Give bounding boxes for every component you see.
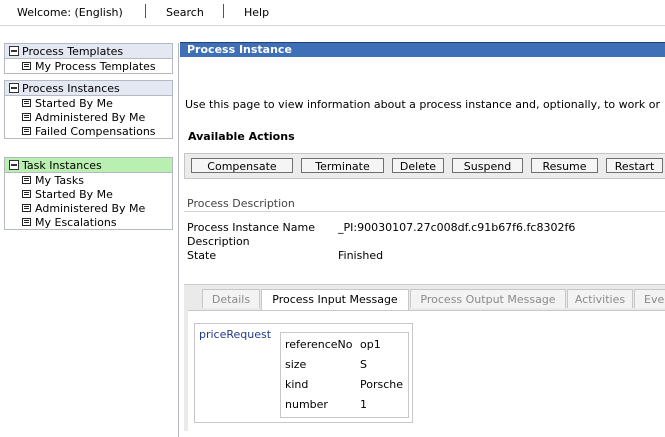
nav-item-label[interactable]: My Escalations	[35, 216, 117, 229]
message-field-value: 1	[360, 398, 367, 411]
nav-item-label[interactable]: Failed Compensations	[35, 125, 156, 138]
tab-details[interactable]: Details	[202, 289, 260, 308]
tab-events[interactable]: Eve	[634, 289, 665, 308]
nav-group-header-task-instances[interactable]: Task Instances	[5, 158, 172, 173]
welcome-language-link[interactable]: Welcome: (English)	[17, 6, 123, 19]
input-message-box: priceRequest referenceNo op1 size S kind…	[194, 323, 413, 423]
document-icon	[22, 176, 31, 184]
page-title-bar: Process Instance	[180, 42, 665, 57]
nav-group-process-instances: Process Instances Started By Me Administ…	[4, 80, 173, 139]
message-field-key: number	[285, 398, 328, 411]
document-icon	[22, 113, 31, 121]
nav-divider	[145, 4, 146, 18]
action-toolbar: Compensate Terminate Delete Suspend Resu…	[184, 153, 665, 179]
available-actions-heading: Available Actions	[188, 130, 295, 143]
nav-item-label[interactable]: Administered By Me	[35, 202, 145, 215]
instance-name-label: Process Instance Name	[187, 221, 315, 234]
process-description-heading: Process Description	[187, 197, 295, 210]
nav-item-label[interactable]: My Process Templates	[35, 60, 156, 73]
nav-item-failed-compensations[interactable]: Failed Compensations	[5, 124, 172, 138]
terminate-button[interactable]: Terminate	[301, 158, 384, 173]
message-field-value: Porsche	[360, 378, 404, 391]
nav-group-title: Process Templates	[22, 45, 124, 58]
nav-divider	[223, 4, 224, 18]
nav-item-administered-by-me[interactable]: Administered By Me	[5, 110, 172, 124]
nav-item-task-started-by-me[interactable]: Started By Me	[5, 187, 172, 201]
resume-button[interactable]: Resume	[531, 158, 598, 173]
document-icon	[22, 127, 31, 135]
compensate-button[interactable]: Compensate	[191, 158, 293, 173]
suspend-button[interactable]: Suspend	[452, 158, 523, 173]
search-link[interactable]: Search	[166, 6, 204, 19]
collapse-icon[interactable]	[9, 46, 19, 56]
nav-item-label[interactable]: Started By Me	[35, 188, 113, 201]
nav-group-header-process-templates[interactable]: Process Templates	[5, 44, 172, 59]
details-tab-panel: Details Process Input Message Process Ou…	[184, 284, 665, 432]
document-icon	[22, 218, 31, 226]
state-value: Finished	[338, 249, 384, 262]
nav-item-label[interactable]: Started By Me	[35, 97, 113, 110]
document-icon	[22, 204, 31, 212]
instance-name-value: _PI:90030107.27c008df.c91b67f6.fc8302f6	[338, 221, 576, 234]
delete-button[interactable]: Delete	[392, 158, 444, 173]
tab-activities[interactable]: Activities	[567, 289, 633, 308]
collapse-icon[interactable]	[9, 160, 19, 170]
state-label: State	[187, 249, 217, 262]
nav-item-my-escalations[interactable]: My Escalations	[5, 215, 172, 229]
nav-item-started-by-me[interactable]: Started By Me	[5, 96, 172, 110]
page-intro-text: Use this page to view information about …	[185, 98, 661, 111]
message-field-key: kind	[285, 378, 309, 391]
message-fields-table: referenceNo op1 size S kind Porsche numb…	[280, 332, 409, 418]
top-nav-bar: Welcome: (English) Search Help	[0, 0, 665, 26]
page-title: Process Instance	[187, 43, 292, 56]
tab-content: priceRequest referenceNo op1 size S kind…	[188, 310, 665, 432]
message-field-key: referenceNo	[285, 338, 353, 351]
content-divider	[178, 43, 179, 437]
help-link[interactable]: Help	[244, 6, 269, 19]
tab-process-output-message[interactable]: Process Output Message	[410, 289, 566, 308]
description-label: Description	[187, 235, 250, 248]
message-name: priceRequest	[199, 328, 272, 341]
nav-item-label[interactable]: Administered By Me	[35, 111, 145, 124]
nav-item-my-tasks[interactable]: My Tasks	[5, 173, 172, 187]
message-field-key: size	[285, 358, 307, 371]
message-field-value: S	[360, 358, 367, 371]
document-icon	[22, 190, 31, 198]
nav-group-title: Task Instances	[22, 159, 102, 172]
document-icon	[22, 62, 31, 70]
collapse-icon[interactable]	[9, 83, 19, 93]
nav-group-task-instances: Task Instances My Tasks Started By Me Ad…	[4, 157, 173, 230]
nav-item-task-administered-by-me[interactable]: Administered By Me	[5, 201, 172, 215]
document-icon	[22, 99, 31, 107]
restart-button[interactable]: Restart	[606, 158, 663, 173]
nav-group-title: Process Instances	[22, 82, 120, 95]
nav-item-label[interactable]: My Tasks	[35, 174, 84, 187]
section-divider	[184, 211, 665, 212]
message-field-value: op1	[360, 338, 381, 351]
nav-group-header-process-instances[interactable]: Process Instances	[5, 81, 172, 96]
nav-group-process-templates: Process Templates My Process Templates	[4, 43, 173, 74]
tab-process-input-message[interactable]: Process Input Message	[261, 289, 409, 310]
nav-item-my-process-templates[interactable]: My Process Templates	[5, 59, 172, 73]
